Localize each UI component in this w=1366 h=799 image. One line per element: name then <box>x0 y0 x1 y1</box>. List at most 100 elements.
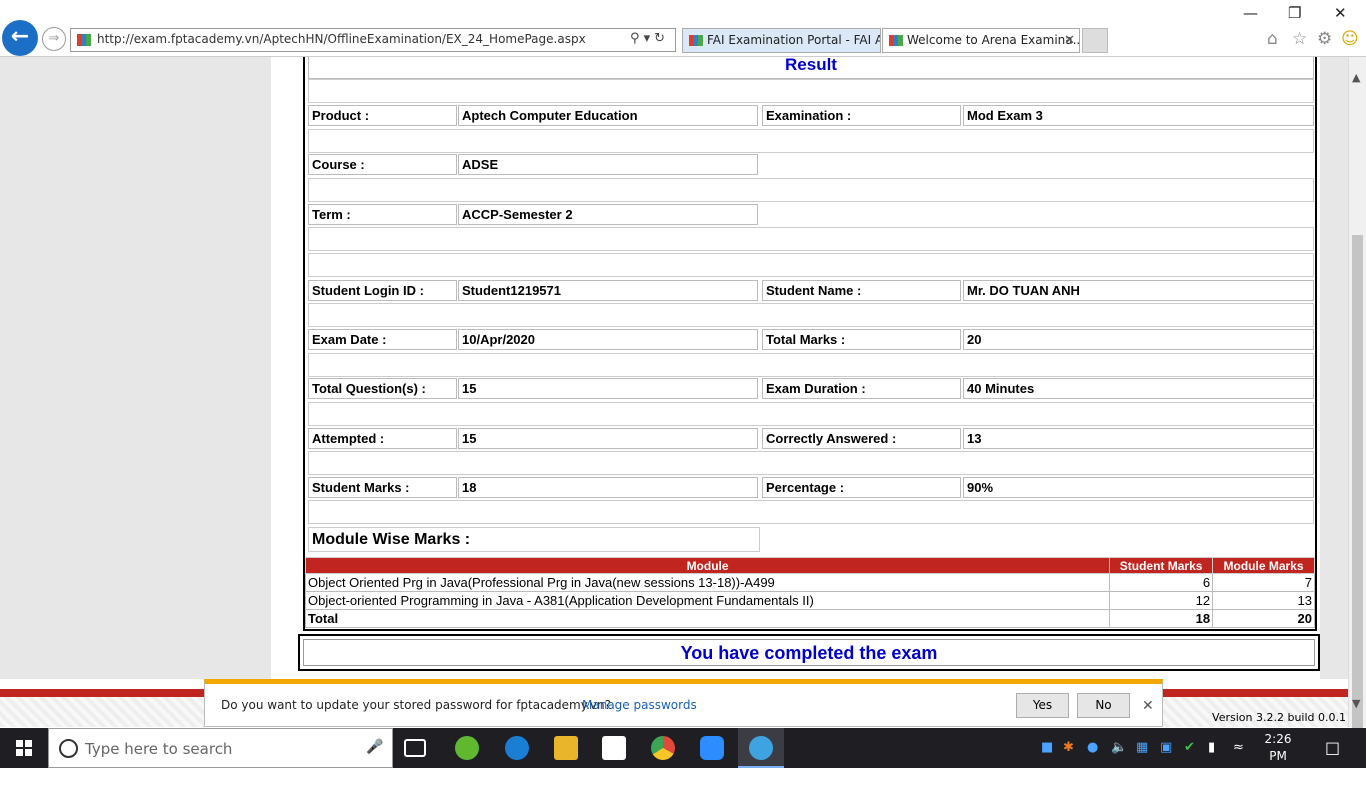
version-text: Version 3.2.2 build 0.0.1 <box>1212 711 1346 724</box>
volume-icon[interactable]: 🔈 <box>1111 740 1127 755</box>
spacer-row <box>308 353 1314 377</box>
right-margin <box>1320 57 1348 679</box>
edge-icon[interactable] <box>505 736 529 760</box>
search-refresh-icons[interactable]: ⚲▾↻ <box>630 31 669 46</box>
exam-date-value: 10/Apr/2020 <box>458 329 758 350</box>
questions-value: 15 <box>458 378 758 399</box>
table-row: Object Oriented Prg in Java(Professional… <box>304 573 1315 592</box>
battery-icon[interactable]: ▮ <box>1208 740 1215 755</box>
manage-passwords-link[interactable]: Manage passwords <box>582 698 697 712</box>
task-view-icon[interactable] <box>404 739 426 757</box>
spacer-row <box>308 178 1314 202</box>
close-notification-icon[interactable]: ✕ <box>1142 698 1154 714</box>
address-bar[interactable]: http://exam.fptacademy.vn/AptechHN/Offli… <box>70 28 676 52</box>
home-icon[interactable]: ⌂ <box>1267 29 1278 49</box>
clock-time: 2:26 PM <box>1264 732 1292 763</box>
close-window-icon[interactable]: ✕ <box>1334 4 1347 22</box>
taskbar-search-box[interactable]: Type here to search 🎤 <box>48 728 393 768</box>
chrome-icon[interactable] <box>651 736 675 760</box>
forward-arrow-icon[interactable]: ⇒ <box>42 27 66 51</box>
spacer-row <box>308 227 1314 251</box>
module-marks-cell: 13 <box>1212 591 1315 610</box>
spacer-row <box>308 253 1314 277</box>
tab-favicon-icon <box>689 35 703 46</box>
app-green-icon[interactable] <box>455 736 479 760</box>
total-marks-label: Total Marks : <box>762 329 961 350</box>
product-label: Product : <box>308 105 457 126</box>
tab-fai-portal[interactable]: FAI Examination Portal - FAI Ac... <box>682 28 881 53</box>
spacer-row <box>308 79 1314 103</box>
student-name-value: Mr. DO TUAN ANH <box>963 280 1314 301</box>
url-text[interactable]: http://exam.fptacademy.vn/AptechHN/Offli… <box>97 32 586 46</box>
attempted-value: 15 <box>458 428 758 449</box>
tab-label: FAI Examination Portal - FAI Ac... <box>707 33 880 47</box>
restore-icon[interactable]: ❐ <box>1288 4 1301 22</box>
tray-display-icon[interactable]: ▣ <box>1160 740 1172 755</box>
tab-label: Welcome to Arena Examina... <box>907 33 1080 47</box>
search-placeholder: Type here to search <box>85 740 233 758</box>
wifi-icon[interactable]: ≈ <box>1233 740 1244 755</box>
percentage-label: Percentage : <box>762 477 961 498</box>
tray-app-icon[interactable]: ● <box>1087 740 1098 755</box>
file-explorer-icon[interactable] <box>554 736 578 760</box>
table-header-row: Module Student Marks Module Marks <box>304 557 1315 574</box>
zoom-icon[interactable] <box>700 736 724 760</box>
scroll-up-icon[interactable]: ▲ <box>1352 71 1360 84</box>
taskbar: Type here to search 🎤 ■ ✱ ● 🔈 ▦ ▣ ✔ ▮ ≈ … <box>0 728 1366 797</box>
examination-value: Mod Exam 3 <box>963 105 1314 126</box>
completion-panel: You have completed the exam <box>298 634 1320 671</box>
completion-message: You have completed the exam <box>303 639 1315 666</box>
result-panel: Result Product : Aptech Computer Educati… <box>303 56 1317 631</box>
correct-label: Correctly Answered : <box>762 428 961 449</box>
module-marks-table: Module Student Marks Module Marks Object… <box>304 557 1315 628</box>
system-clock[interactable]: 2:26 PM 10-04-20 <box>1255 731 1301 799</box>
tray-shield-icon[interactable]: ✔ <box>1184 740 1195 755</box>
scroll-down-icon[interactable]: ▼ <box>1352 697 1360 710</box>
back-arrow-icon[interactable]: ← <box>2 20 38 56</box>
scrollbar-thumb[interactable] <box>1352 235 1363 741</box>
tab-favicon-icon <box>889 35 903 46</box>
minimize-icon[interactable]: — <box>1243 4 1258 22</box>
spacer-row <box>308 303 1314 327</box>
favorites-star-icon[interactable]: ☆ <box>1292 29 1307 49</box>
module-wise-marks-heading: Module Wise Marks : <box>308 527 760 552</box>
login-label: Student Login ID : <box>308 280 457 301</box>
course-value: ADSE <box>458 154 758 175</box>
correct-value: 13 <box>963 428 1314 449</box>
cortana-circle-icon <box>59 739 78 758</box>
percentage-value: 90% <box>963 477 1314 498</box>
result-title: Result <box>308 56 1314 79</box>
attempted-label: Attempted : <box>308 428 457 449</box>
notification-message: Do you want to update your stored passwo… <box>221 698 612 712</box>
tray-note-icon[interactable]: ▦ <box>1136 740 1148 755</box>
notifications-icon[interactable]: □ <box>1325 738 1340 757</box>
tray-avast-icon[interactable]: ✱ <box>1063 740 1074 755</box>
term-value: ACCP-Semester 2 <box>458 204 758 225</box>
total-student-marks-cell: 18 <box>1109 609 1214 628</box>
student-marks-value: 18 <box>458 477 758 498</box>
module-column-header: Module <box>304 557 1111 574</box>
course-label: Course : <box>308 154 457 175</box>
internet-explorer-taskbar-item[interactable] <box>738 728 784 768</box>
password-notification-bar: Do you want to update your stored passwo… <box>204 679 1163 727</box>
internet-explorer-icon <box>749 736 773 760</box>
settings-gear-icon[interactable]: ⚙ <box>1317 29 1332 49</box>
no-button[interactable]: No <box>1077 693 1130 718</box>
windows-start-icon[interactable] <box>16 740 32 756</box>
close-tab-icon[interactable]: ✕ <box>1064 29 1075 52</box>
microphone-icon[interactable]: 🎤 <box>366 739 383 755</box>
spacer-row <box>308 402 1314 426</box>
new-tab-button[interactable] <box>1082 28 1108 53</box>
vertical-scrollbar[interactable]: ▲ ▼ <box>1348 57 1366 741</box>
product-value: Aptech Computer Education <box>458 105 758 126</box>
yes-button[interactable]: Yes <box>1016 693 1069 718</box>
questions-label: Total Question(s) : <box>308 378 457 399</box>
total-module-marks-cell: 20 <box>1212 609 1315 628</box>
tab-arena[interactable]: Welcome to Arena Examina... ✕ <box>882 28 1080 53</box>
student-name-label: Student Name : <box>762 280 961 301</box>
spacer-row <box>308 500 1314 524</box>
total-row: Total 18 20 <box>304 609 1315 628</box>
tray-meeting-icon[interactable]: ■ <box>1041 740 1053 755</box>
smiley-feedback-icon[interactable]: ☺ <box>1341 29 1359 49</box>
store-icon[interactable] <box>602 736 626 760</box>
